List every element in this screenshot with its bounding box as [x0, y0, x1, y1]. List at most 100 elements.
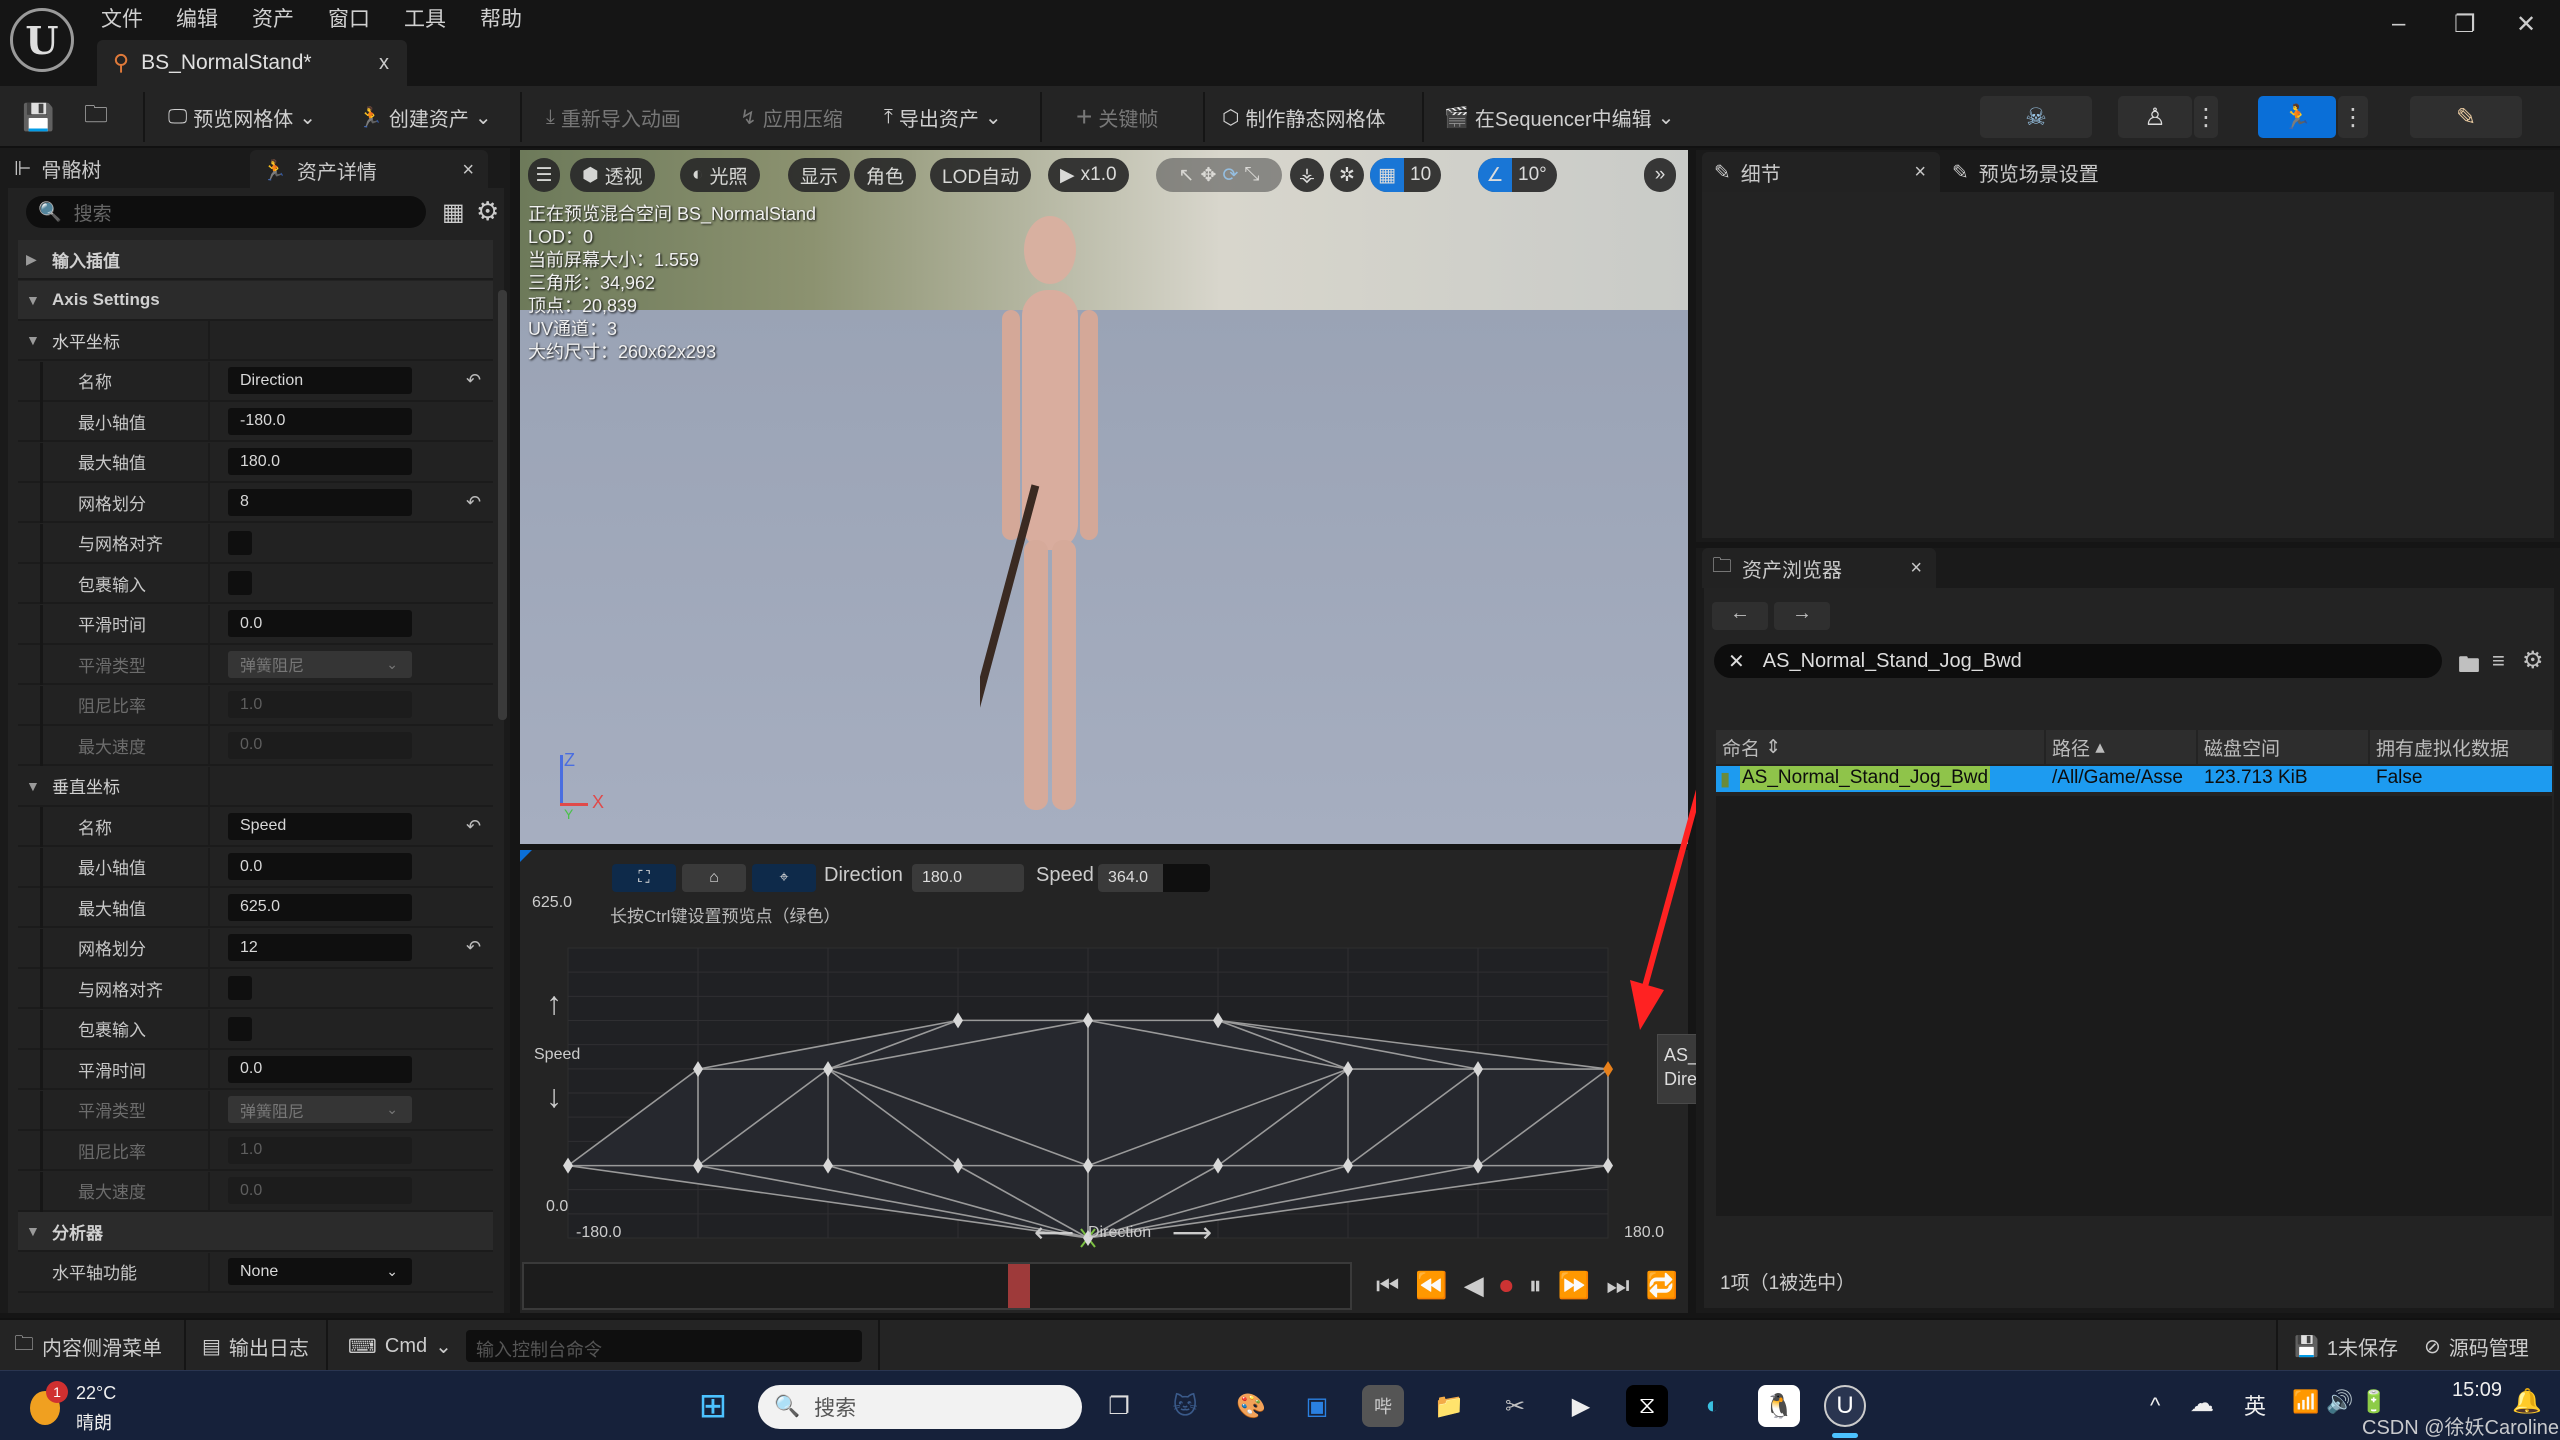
perspective-button[interactable]: ⬢ 透视	[570, 158, 655, 192]
zoom-to-fit-button[interactable]: ⌖	[752, 864, 816, 892]
show-hidden-icons[interactable]: ^	[2150, 1393, 2160, 1419]
save-icon[interactable]: 💾	[22, 98, 54, 136]
menu-help[interactable]: 帮助	[480, 2, 522, 34]
property-value-input[interactable]: 0.0	[228, 1177, 412, 1204]
move-icon[interactable]: ✥	[1200, 164, 1216, 187]
apply-compression-button[interactable]: ↯ 应用压缩	[740, 98, 843, 136]
snipping-tool-icon[interactable]: ✂	[1494, 1385, 1536, 1427]
close-tab-icon[interactable]: ×	[1914, 161, 1926, 184]
property-value-input[interactable]: 12	[228, 934, 412, 961]
pause-icon[interactable]: ⏸	[1529, 1270, 1542, 1302]
property-value-input[interactable]: 0.0	[228, 610, 412, 637]
property-dropdown[interactable]: 弹簧阻尼 ⌄	[228, 650, 412, 678]
show-button[interactable]: 显示	[788, 158, 851, 192]
property-value-input[interactable]: 0.0	[228, 731, 412, 759]
gear-icon[interactable]: ⚙	[476, 196, 499, 227]
column-virtualized[interactable]: 拥有虚拟化数据	[2370, 730, 2552, 764]
collapse-arrow-icon[interactable]: ▼	[26, 778, 40, 794]
property-value-input[interactable]: 0.0	[228, 1055, 412, 1083]
step-forward-icon[interactable]: ⏩	[1558, 1270, 1590, 1302]
edge-browser-icon[interactable]: ◐	[1692, 1385, 1734, 1427]
close-tab-icon[interactable]: x	[379, 52, 389, 75]
capcut-icon[interactable]: ⧖	[1626, 1385, 1668, 1427]
bilibili-app-icon[interactable]: 哔	[1362, 1385, 1404, 1427]
property-value-input[interactable]: Direction	[228, 367, 412, 394]
property-value-input[interactable]: 0.0	[228, 853, 412, 880]
media-player-icon[interactable]: ▶	[1560, 1385, 1602, 1427]
expand-arrow-icon[interactable]: ▶	[26, 251, 37, 268]
lighting-button[interactable]: ◐ 光照	[680, 158, 760, 192]
skip-to-end-icon[interactable]: ⏭	[1606, 1270, 1629, 1302]
character-button[interactable]: 角色	[854, 158, 917, 192]
cmd-dropdown[interactable]: ⌨ Cmd ⌄	[348, 1330, 452, 1362]
table-view-icon[interactable]: ▦	[442, 198, 465, 227]
animation-mode-button[interactable]: 🏃	[2258, 96, 2336, 138]
property-value-input[interactable]: 180.0	[228, 448, 412, 475]
skeleton-mode-button[interactable]: ☠	[1980, 96, 2092, 138]
minimize-button[interactable]: –	[2392, 10, 2405, 38]
collapse-arrow-icon[interactable]: ▼	[26, 332, 40, 348]
transform-tools[interactable]: ↖ ✥ ⟳ ⤡	[1156, 158, 1282, 192]
export-asset-button[interactable]: ⤒ 导出资产 ⌄	[884, 98, 1002, 136]
browse-asset-icon[interactable]: 🗀	[84, 98, 108, 136]
unreal-logo-icon[interactable]: U	[10, 8, 74, 72]
onedrive-icon[interactable]: ☁	[2190, 1389, 2214, 1418]
back-button[interactable]: ←	[1712, 602, 1768, 630]
reset-to-default-icon[interactable]: ↶	[466, 370, 481, 391]
category-header[interactable]: ▼ Axis Settings	[18, 280, 493, 321]
asset-row[interactable]: ▮ AS_Normal_Stand_Jog_Bwd /All/Game/Asse…	[1716, 766, 2552, 792]
column-path[interactable]: 路径 ▴	[2046, 730, 2196, 764]
collapse-arrow-icon[interactable]: ▼	[26, 292, 40, 308]
animation-mode-options[interactable]: ⋮	[2338, 96, 2368, 138]
subcategory-header[interactable]: ▼ 垂直坐标	[18, 766, 493, 807]
property-value-input[interactable]: 8	[228, 488, 412, 516]
play-reverse-icon[interactable]: ◀	[1464, 1270, 1484, 1302]
tab-details[interactable]: ✎ 细节 ×	[1702, 152, 1940, 192]
tab-preview-scene[interactable]: ✎ 预览场景设置	[1952, 152, 2099, 192]
menu-window[interactable]: 窗口	[328, 2, 370, 34]
window-app-icon[interactable]: ▣	[1296, 1385, 1338, 1427]
surface-snap-button[interactable]: ✲	[1330, 158, 1364, 192]
grid-snap-button[interactable]: ▦ 10	[1370, 158, 1442, 192]
menu-asset[interactable]: 资产	[252, 2, 294, 34]
preview-viewport[interactable]: ☰ ⬢ 透视 ◐ 光照 显示 角色 LOD自动 ▶ x1.0 ↖ ✥ ⟳ ⤡ ⚶ ✲ ▦ 10…	[520, 150, 1688, 844]
folder-icon[interactable]: 🖿	[2458, 648, 2480, 686]
menu-file[interactable]: 文件	[101, 2, 143, 34]
clock-time[interactable]: 15:09	[2452, 1379, 2502, 1402]
close-tab-icon[interactable]: ×	[462, 159, 474, 182]
paint-icon[interactable]: 🎨	[1230, 1385, 1272, 1427]
task-view-icon[interactable]: ❐	[1098, 1385, 1140, 1427]
unsaved-button[interactable]: 💾 1未保存	[2294, 1330, 2398, 1362]
output-log-button[interactable]: ▤ 输出日志	[202, 1330, 309, 1362]
subcategory-header[interactable]: ▼ 水平坐标	[18, 321, 493, 361]
taskbar-search[interactable]: 🔍 搜索	[758, 1385, 1082, 1429]
gear-icon[interactable]: ⚙	[2522, 646, 2544, 675]
step-back-icon[interactable]: ⏪	[1415, 1270, 1447, 1302]
timeline-scrubber[interactable]	[522, 1262, 1352, 1310]
expand-toolbar-icon[interactable]: »	[1644, 158, 1676, 192]
console-input[interactable]: 输入控制台命令	[466, 1330, 862, 1362]
create-asset-button[interactable]: 🏃 创建资产 ⌄	[358, 98, 492, 136]
show-triangulation-button[interactable]: ⛶	[612, 864, 676, 892]
tab-skeleton-tree[interactable]: ⊩ 骨骼树	[14, 148, 101, 188]
mesh-mode-button[interactable]: ♙	[2118, 96, 2192, 138]
property-value-input[interactable]: -180.0	[228, 407, 412, 435]
blend-space-graph[interactable]	[520, 900, 1688, 1313]
file-explorer-icon[interactable]: 📁	[1428, 1385, 1470, 1427]
property-checkbox[interactable]	[228, 571, 252, 595]
filter-icon[interactable]: ≡	[2492, 648, 2505, 674]
reset-to-default-icon[interactable]: ↶	[466, 937, 481, 958]
cat-app-icon[interactable]: 🐱	[1164, 1385, 1206, 1427]
collapse-arrow-icon[interactable]: ▼	[26, 1223, 40, 1239]
reset-to-default-icon[interactable]: ↶	[466, 816, 481, 837]
property-dropdown[interactable]: 弹簧阻尼 ⌄	[228, 1096, 412, 1123]
category-header[interactable]: ▼ 分析器	[18, 1212, 493, 1252]
scrollbar[interactable]	[498, 290, 507, 720]
menu-edit[interactable]: 编辑	[176, 2, 218, 34]
record-icon[interactable]: ⏺	[1500, 1270, 1513, 1302]
document-tab[interactable]: ⚲ BS_NormalStand* x	[97, 40, 407, 86]
preview-mesh-button[interactable]: 🖵 预览网格体 ⌄	[168, 98, 316, 136]
windows-start-icon[interactable]: ⊞	[692, 1385, 734, 1427]
property-checkbox[interactable]	[228, 976, 252, 1000]
column-name[interactable]: 命名 ⇕	[1716, 730, 2044, 764]
